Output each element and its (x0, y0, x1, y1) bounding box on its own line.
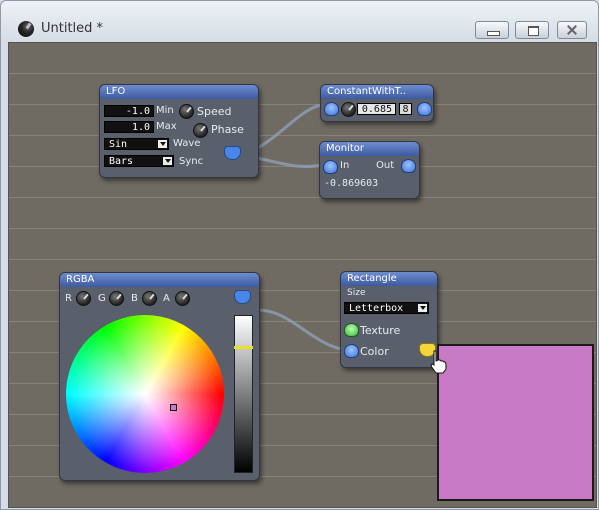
monitor-out-label: Out (376, 160, 395, 171)
color-wheel-marker[interactable] (170, 404, 177, 411)
rgba-g-label: G (98, 293, 106, 304)
lfo-wave-value: Sin (109, 139, 128, 150)
app-icon (18, 21, 34, 37)
rectangle-color-label: Color (360, 345, 389, 358)
chevron-down-icon (158, 140, 167, 148)
constant-knob-icon[interactable] (341, 102, 356, 117)
lfo-wave-label: Wave (173, 138, 201, 149)
monitor-title: Monitor (320, 142, 419, 156)
rgba-r-label: R (65, 293, 72, 304)
rectangle-title: Rectangle (341, 272, 437, 286)
patch-canvas[interactable]: LFO -1.0 Min Speed 1.0 Max Phase Sin Wav… (8, 42, 597, 508)
constant-output-port-icon[interactable] (417, 102, 432, 116)
rectangle-texture-label: Texture (360, 324, 401, 337)
lfo-min-label: Min (156, 105, 174, 116)
lfo-min-field[interactable]: -1.0 (104, 105, 154, 117)
rectangle-size-select[interactable]: Letterbox (344, 302, 429, 314)
constant-title: ConstantWithT.. (321, 85, 433, 99)
g-knob-icon[interactable] (109, 291, 124, 306)
chevron-down-icon (418, 304, 427, 312)
color-port-icon[interactable] (344, 344, 359, 358)
constant-value-field[interactable]: 0.685 (357, 103, 396, 115)
constant-input-port-icon[interactable] (324, 102, 339, 116)
close-icon[interactable] (557, 21, 587, 39)
rgba-output-port-icon[interactable] (234, 290, 251, 304)
app-window: Untitled * LFO -1.0 Min Speed 1.0 Max Ph… (0, 0, 599, 510)
lfo-speed-label: Speed (197, 105, 232, 118)
rgba-node[interactable]: RGBA R G B A (59, 272, 260, 481)
monitor-in-label: In (340, 160, 350, 171)
monitor-input-port-icon[interactable] (323, 160, 338, 174)
hand-cursor-icon (430, 350, 447, 374)
lfo-title: LFO (100, 85, 258, 99)
lfo-node[interactable]: LFO -1.0 Min Speed 1.0 Max Phase Sin Wav… (99, 84, 259, 178)
rgba-title: RGBA (60, 273, 259, 287)
window-title: Untitled * (41, 21, 104, 36)
color-wheel[interactable] (66, 315, 224, 473)
r-knob-icon[interactable] (76, 291, 91, 306)
chevron-down-icon (163, 157, 172, 165)
lfo-sync-label: Sync (179, 156, 204, 167)
phase-knob-icon[interactable] (193, 123, 208, 138)
brightness-slider[interactable] (234, 315, 253, 473)
a-knob-icon[interactable] (175, 291, 190, 306)
lfo-sync-value: Bars (109, 156, 134, 167)
rgba-b-label: B (131, 293, 138, 304)
monitor-value: -0.869603 (324, 178, 379, 189)
lfo-max-field[interactable]: 1.0 (104, 121, 154, 133)
minimize-icon[interactable] (475, 21, 509, 39)
monitor-output-port-icon[interactable] (401, 159, 416, 173)
constant-toggle[interactable]: 8 (399, 103, 412, 115)
speed-knob-icon[interactable] (179, 104, 194, 119)
lfo-phase-label: Phase (211, 123, 244, 136)
rectangle-size-value: Letterbox (349, 303, 404, 314)
rectangle-node[interactable]: Rectangle Size Letterbox Texture Color (340, 271, 438, 368)
rectangle-size-label: Size (347, 288, 366, 298)
brightness-slider-handle[interactable] (234, 346, 253, 349)
constant-node[interactable]: ConstantWithT.. 0.685 8 (320, 84, 434, 122)
lfo-output-port-icon[interactable] (224, 146, 241, 160)
rgba-a-label: A (163, 293, 170, 304)
maximize-icon[interactable] (515, 21, 549, 39)
lfo-wave-select[interactable]: Sin (104, 138, 169, 150)
lfo-max-label: Max (156, 121, 177, 132)
wire-rgba-rectangle (257, 308, 342, 351)
lfo-sync-select[interactable]: Bars (104, 155, 174, 167)
texture-port-icon[interactable] (344, 323, 359, 337)
b-knob-icon[interactable] (142, 291, 157, 306)
render-preview (437, 344, 594, 501)
monitor-node[interactable]: Monitor In Out -0.869603 (319, 141, 420, 199)
title-bar[interactable]: Untitled * (1, 1, 598, 41)
